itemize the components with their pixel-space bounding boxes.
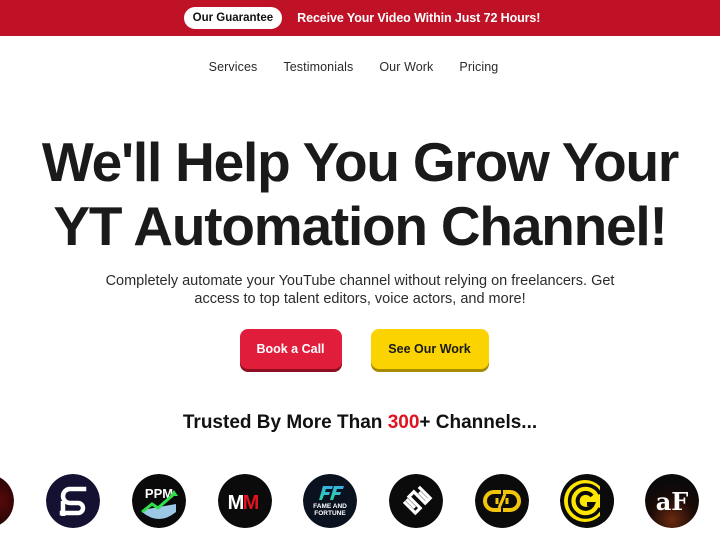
book-a-call-button[interactable]: Book a Call (239, 329, 342, 369)
channel-logo-ppm-icon: PPM (132, 474, 186, 528)
hero-subtitle-line-2: access to top talent editors, voice acto… (194, 291, 526, 307)
channel-logo-af: aF (645, 474, 699, 528)
nav-item-services[interactable]: Services (209, 60, 258, 74)
hero-title-line-2: YT Automation Channel! (53, 195, 667, 257)
nav-item-our-work[interactable]: Our Work (379, 60, 433, 74)
hero-title-line-1: We'll Help You Grow Your (41, 131, 679, 193)
channel-logo-sp-icon (46, 474, 100, 528)
channel-logo-af-icon: aF (645, 474, 699, 528)
announcement-bar: Our Guarantee Receive Your Video Within … (0, 0, 720, 36)
channel-logo-sp (46, 474, 100, 528)
channel-logo-partial-icon (0, 477, 14, 525)
cta-row: Book a Call See Our Work (0, 329, 720, 369)
channel-logo-gd-icon (475, 474, 529, 528)
main-nav: Services Testimonials Our Work Pricing (0, 60, 720, 74)
channel-logo-gd (475, 474, 529, 528)
announcement-message: Receive Your Video Within Just 72 Hours! (297, 11, 541, 25)
channel-logo-mm: M M (218, 474, 272, 528)
trusted-count: 300 (387, 412, 420, 433)
channel-logo-mm-icon: M M (218, 474, 272, 528)
trusted-suffix: + Channels... (419, 412, 538, 433)
channel-logo-fame-and-fortune-icon: FAME AND FORTUNE (303, 474, 357, 528)
channel-logo-ppm: PPM (132, 474, 186, 528)
hero-subtitle: Completely automate your YouTube channel… (60, 272, 660, 308)
trusted-heading: Trusted By More Than 300+ Channels... (0, 412, 720, 434)
svg-text:FORTUNE: FORTUNE (314, 510, 346, 517)
trusted-prefix: Trusted By More Than (182, 412, 388, 433)
guarantee-badge: Our Guarantee (183, 7, 283, 29)
channel-logos-carousel: PPM M M FAME AND FORTUNE aF (0, 474, 720, 528)
channel-logo-cg-icon (560, 474, 614, 528)
channel-logo-partial (0, 474, 14, 528)
svg-text:M: M (243, 492, 260, 514)
hero-subtitle-line-1: Completely automate your YouTube channel… (105, 273, 615, 289)
channel-logo-cg (560, 474, 614, 528)
channel-logo-fame-and-fortune: FAME AND FORTUNE (303, 474, 357, 528)
channel-logo-s-stripes-icon (389, 474, 443, 528)
channel-logo-s-stripes (389, 474, 443, 528)
svg-text:FAME AND: FAME AND (313, 503, 347, 510)
see-our-work-button[interactable]: See Our Work (370, 329, 489, 369)
svg-text:aF: aF (656, 487, 689, 516)
nav-item-pricing[interactable]: Pricing (459, 60, 498, 74)
hero-title: We'll Help You Grow Your YT Automation C… (0, 130, 720, 258)
nav-item-testimonials[interactable]: Testimonials (283, 60, 353, 74)
